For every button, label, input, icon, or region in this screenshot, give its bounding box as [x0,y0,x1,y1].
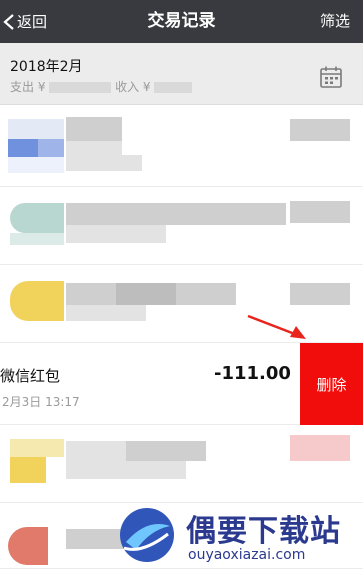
mosaic-tile [290,119,350,141]
mosaic-tile [8,527,48,565]
mosaic-tile [66,117,122,141]
mosaic-tile [66,155,142,171]
mosaic-tile [126,441,206,461]
income-value-mosaic [154,82,193,93]
filter-button[interactable]: 筛选 [320,0,350,43]
mosaic-tile [66,141,122,155]
mosaic-tile [8,157,64,173]
expense-label: 支出 ¥ [10,80,46,94]
mosaic-tile [8,119,64,139]
page-title: 交易记录 [147,11,216,31]
mosaic-tile [176,283,236,305]
mosaic-tile [10,281,64,321]
mosaic-tile [10,457,46,483]
mosaic-tile [66,203,286,225]
mosaic-tile [38,139,64,157]
mosaic-tile [10,439,64,457]
mosaic-tile [10,203,64,233]
transaction-row[interactable] [0,425,363,503]
expense-value-mosaic [49,82,112,93]
watermark-logo-icon [120,508,174,562]
mosaic-tile [66,305,146,321]
transaction-time: 2月3日 13:17 [2,395,80,409]
mosaic-tile [66,441,126,461]
month-totals: 支出 ¥ 收入 ¥ [10,78,193,95]
mosaic-tile [66,461,186,479]
mosaic-tile [10,233,64,245]
mosaic-tile [290,201,350,223]
transaction-row[interactable] [0,187,363,265]
watermark-url: ouyaoxiazai.com [188,547,306,563]
month-summary: 2018年2月 支出 ¥ 收入 ¥ [0,43,363,105]
delete-button[interactable]: 删除 [300,343,363,425]
mosaic-tile [116,283,176,305]
transaction-row[interactable] [0,265,363,343]
arrow-annotation-icon [247,314,306,339]
transaction-row[interactable] [0,105,363,187]
income-label: 收入 ¥ [115,80,151,94]
watermark: 偶要下载站 ouyaoxiazai.com [116,500,363,569]
top-navigation-bar: 返回 交易记录 筛选 [0,0,363,43]
mosaic-tile [290,283,350,305]
mosaic-tile [8,139,38,157]
mosaic-tile [290,435,350,461]
transaction-title: 微信红包 [0,367,61,385]
transaction-amount: -111.00 [214,363,291,384]
transaction-row-wechat-red-packet[interactable]: 微信红包 2月3日 13:17 -111.00 删除 [0,343,363,425]
mosaic-tile [66,225,166,243]
watermark-name: 偶要下载站 [186,514,341,549]
mosaic-tile [66,283,116,305]
calendar-icon[interactable] [319,65,343,89]
month-title: 2018年2月 [10,59,83,75]
